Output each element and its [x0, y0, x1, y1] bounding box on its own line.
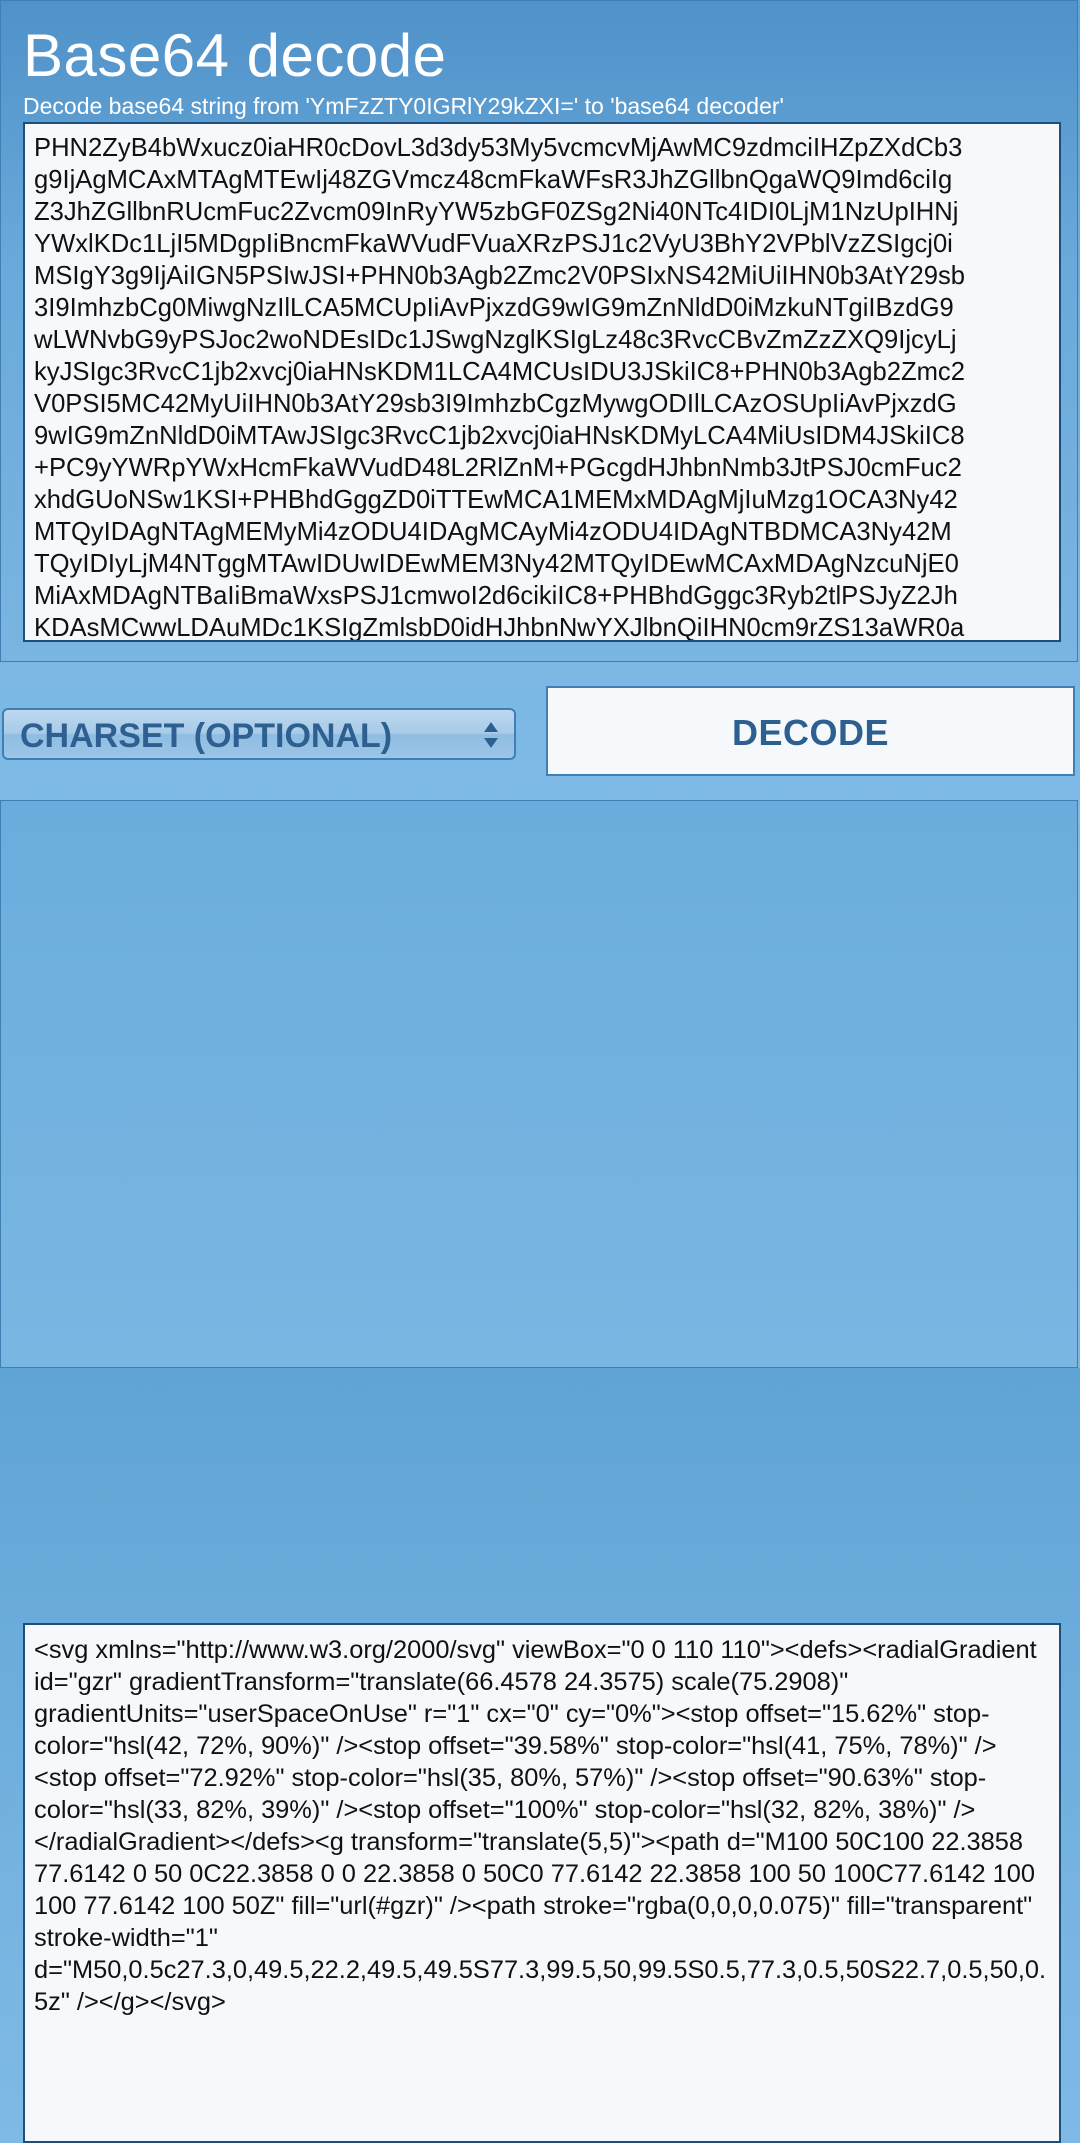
- encoded-input-panel: Base64 decode Decode base64 string from …: [0, 0, 1078, 662]
- base64-input-textarea[interactable]: PHN2ZyB4bWxucz0iaHR0cDovL3d3dy53My5vcmcv…: [23, 122, 1061, 642]
- input-text-line: KDAsMCwwLDAuMDc1KSIgZmlsbD0idHJhbnNwYXJl…: [34, 614, 965, 642]
- input-text-line: +PC9yYWRpYWxHcmFkaWVudD48L2RlZnM+PGcgdHJ…: [34, 454, 962, 482]
- decoded-output-panel: <svg xmlns="http://www.w3.org/2000/svg" …: [0, 800, 1078, 2143]
- decode-button-label: DECODE: [731, 712, 890, 753]
- input-text-line: MSIgY3g9IjAiIGN5PSIwJSI+PHN0b3Agb2Zmc2V0…: [34, 262, 966, 290]
- input-text-line: PHN2ZyB4bWxucz0iaHR0cDovL3d3dy53My5vcmcv…: [34, 134, 963, 162]
- input-text-line: TQyIDIyLjM4NTggMTAwIDUwIDEwMEM3Ny42MTQyI…: [34, 550, 959, 578]
- input-text-line: V0PSI5MC42MyUiIHN0b3AtY29sb3I9ImhzbCgzMy…: [34, 390, 957, 418]
- input-text-line: Z3JhZGllbnRUcmFuc2Zvcm09InRyYW5zbGF0ZSg2…: [34, 198, 959, 226]
- charset-select-label: CHARSET (OPTIONAL): [20, 717, 393, 755]
- input-text-line: MTQyIDAgNTAgMEMyMi4zODU4IDAgMCAyMi4zODU4…: [34, 518, 952, 546]
- decoded-output-textarea[interactable]: <svg xmlns="http://www.w3.org/2000/svg" …: [23, 1623, 1061, 2143]
- input-text-line: kyJSIgc3RvcC1jb2xvcj0iaHNsKDM1LCA4MCUsID…: [34, 358, 965, 386]
- charset-select[interactable]: CHARSET (OPTIONAL): [2, 708, 516, 760]
- decode-button[interactable]: DECODE: [546, 686, 1075, 776]
- input-text-line: g9IjAgMCAxMTAgMTEwIj48ZGVmcz48cmFkaWFsR3…: [34, 166, 953, 194]
- input-text-line: MiAxMDAgNTBaIiBmaWxsPSJ1cmwoI2d6cikiIC8+…: [34, 582, 958, 610]
- input-text-line: YWxlKDc1LjI5MDgpIiBncmFkaWVudFVuaXRzPSJ1…: [34, 230, 953, 258]
- page-title: Base64 decode: [23, 22, 447, 89]
- page-subtitle: Decode base64 string from 'YmFzZTY0IGRlY…: [23, 93, 784, 119]
- input-text-line: wLWNvbG9yPSJoc2woNDEsIDc1JSwgNzglKSIgLz4…: [34, 326, 957, 354]
- input-text-line: xhdGUoNSw1KSI+PHBhdGggZD0iTTEwMCA1MEMxMD…: [34, 486, 958, 514]
- input-text-line: 9wIG9mZnNldD0iMTAwJSIgc3RvcC1jb2xvcj0iaH…: [34, 422, 965, 450]
- input-text-line: 3I9ImhzbCg0MiwgNzIlLCA5MCUpIiAvPjxzdG9wI…: [34, 294, 954, 322]
- chevrons-up-down-icon: [484, 722, 498, 748]
